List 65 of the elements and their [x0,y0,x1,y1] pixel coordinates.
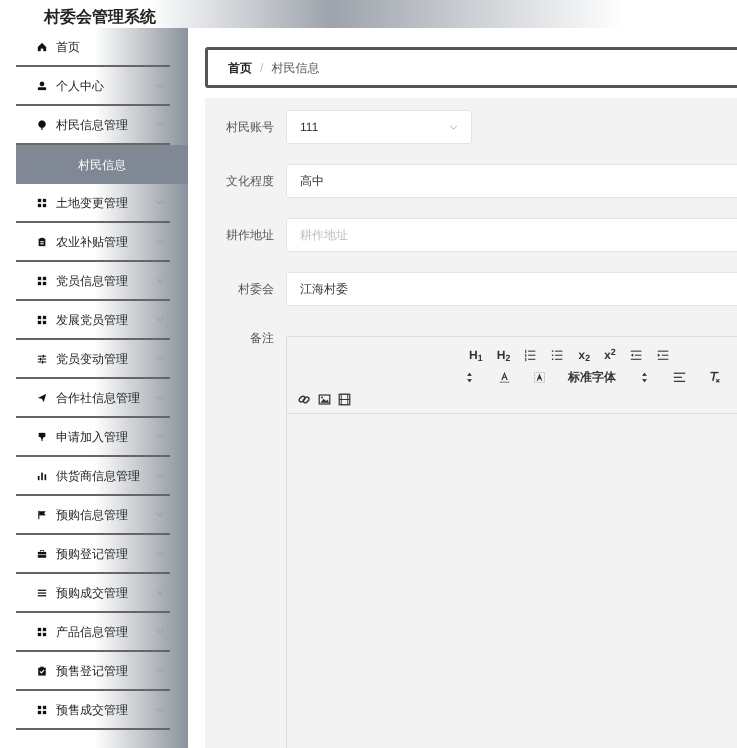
pin-icon [37,120,47,130]
breadcrumb-link[interactable]: 村民信息 [271,58,320,76]
grid-icon [37,704,47,714]
image-icon[interactable] [318,392,331,406]
sidebar-menu-item[interactable]: 申请加入管理 [16,418,170,457]
video-icon[interactable] [338,392,351,406]
app-title: 村委会管理系统 [44,10,156,26]
sidebar-menu-item[interactable]: 预购成交管理 [16,574,170,613]
clipboard-check-icon [37,666,47,676]
sidebar-menu-item[interactable]: 预购登记管理 [16,535,170,574]
field-label: 备注 [249,330,274,347]
sidebar-menu-item[interactable]: 个人中心 [16,67,170,106]
sidebar-menu-item[interactable]: 首页 [16,28,170,67]
input-field[interactable]: 耕作地址 [286,218,737,252]
indent-icon[interactable] [656,348,670,362]
clipboard-icon [37,236,47,246]
sidebar-menu-item[interactable]: 土地变更管理 [16,184,170,223]
sidebar-menu-item[interactable]: 预售成交管理 [16,691,170,730]
toolbar-button[interactable]: H$_{1}$ [469,349,483,361]
sliders-icon [37,354,47,364]
list-icon [37,588,47,598]
sidebar-menu-item[interactable]: 产品信息管理 [16,613,170,652]
user-icon [37,80,47,90]
sidebar-menu-item[interactable]: 供货商信息管理 [16,457,170,496]
signboard-icon [37,432,47,442]
highlight-icon[interactable] [533,370,546,384]
field-label: 村民账号 [225,119,274,136]
rich-text-editor[interactable]: H$_{1}$ H$_{2}$ x$_{2}$ x$^{2}$ 标准字体 [286,336,737,748]
grid-icon [37,276,47,286]
clear-format-icon[interactable] [708,370,721,384]
toolbar-button[interactable]: x$^{2}$ [604,349,616,361]
toolbar-button[interactable]: H$_{2}$ [496,349,510,361]
input-field[interactable]: 江海村委 [286,272,737,306]
breadcrumb-separator: / [260,60,264,76]
input-field[interactable]: 高中 [286,164,737,198]
field-label: 村委会 [237,281,274,298]
outdent-icon[interactable] [630,348,643,362]
sidebar-menu-item[interactable]: 发展党员管理 [16,301,170,340]
grid-icon [37,626,47,636]
chevron-down-icon [449,124,458,130]
submenu-item[interactable]: 村民信息 [16,145,188,184]
grid-icon [37,198,47,208]
sidebar-menu-item[interactable]: 党员信息管理 [16,262,170,301]
sidebar-menu-item[interactable]: 合作社信息管理 [16,379,170,418]
sidebar-menu-item[interactable]: 预购信息管理 [16,496,170,535]
sidebar-menu-item[interactable]: 预售登记管理 [16,652,170,691]
toolbar-button[interactable]: 标准字体 [568,371,616,383]
sidebar-menu-item[interactable]: 党员变动管理 [16,340,170,379]
briefcase-icon [37,548,47,558]
ordered-list-icon[interactable] [524,348,538,362]
sidebar-menu-item[interactable]: 农业补贴管理 [16,223,170,262]
grid-icon [37,314,47,324]
breadcrumb-link[interactable]: 首页 [228,58,252,76]
link-icon[interactable] [298,392,311,406]
home-icon [37,42,47,52]
field-label: 耕作地址 [225,227,274,244]
align-icon[interactable] [673,370,686,384]
bullet-list-icon[interactable] [551,348,564,362]
text-color-icon[interactable] [498,370,511,384]
field-label: 文化程度 [225,173,274,190]
select-field[interactable]: 111 [286,110,472,144]
toolbar-button[interactable]: x$_{2}$ [578,349,590,361]
paper-plane-icon [37,392,47,402]
bar-chart-icon [37,470,47,480]
flag-icon [37,510,47,520]
